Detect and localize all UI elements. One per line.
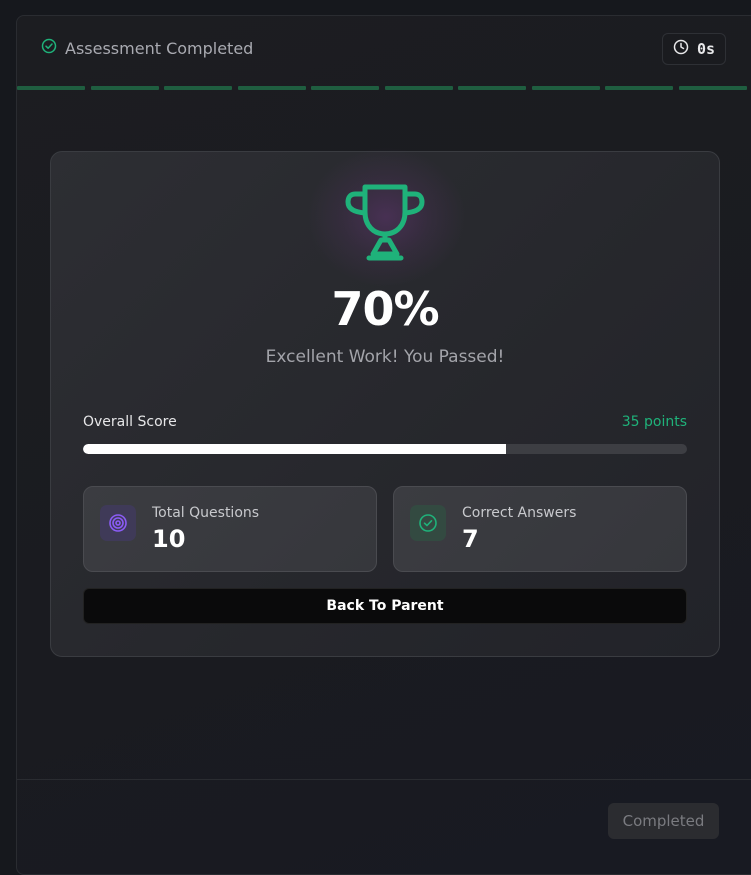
total-questions-value: 10 — [152, 525, 186, 553]
status-label: Assessment Completed — [65, 38, 254, 58]
score-points: 35 points — [621, 414, 687, 430]
progress-segment — [678, 86, 747, 90]
check-circle-icon — [410, 505, 446, 541]
assessment-panel: Assessment Completed 0s 70% Excellent Wo… — [16, 15, 751, 875]
timer-value: 0s — [696, 40, 716, 58]
trophy-icon — [345, 182, 425, 264]
assessment-header: Assessment Completed 0s — [17, 16, 751, 86]
score-percent: 70% — [331, 282, 439, 336]
progress-segment — [237, 86, 306, 90]
progress-segment — [311, 86, 379, 90]
progress-segment — [164, 86, 232, 90]
score-progress-bar — [83, 444, 687, 454]
total-questions-card: Total Questions 10 — [83, 486, 377, 572]
correct-answers-label: Correct Answers — [462, 505, 577, 521]
status-indicator: Assessment Completed — [41, 38, 253, 58]
question-progress — [17, 86, 751, 90]
score-progress-fill — [83, 444, 506, 454]
progress-segment — [90, 86, 159, 90]
check-circle-icon — [41, 38, 57, 58]
overall-score-label: Overall Score — [83, 414, 177, 430]
progress-segment — [458, 86, 526, 90]
correct-answers-value: 7 — [462, 525, 479, 553]
progress-segment — [531, 86, 600, 90]
completed-button[interactable]: Completed — [608, 803, 719, 839]
progress-segment — [605, 86, 673, 90]
result-message: Excellent Work! You Passed! — [265, 347, 505, 367]
timer-badge: 0s — [662, 33, 726, 65]
clock-icon — [673, 39, 689, 59]
total-questions-label: Total Questions — [152, 505, 260, 521]
progress-segment — [384, 86, 453, 90]
back-to-parent-button[interactable]: Back To Parent — [83, 588, 687, 624]
progress-segment — [17, 86, 85, 90]
target-icon — [100, 505, 136, 541]
correct-answers-card: Correct Answers 7 — [393, 486, 687, 572]
footer-divider — [17, 779, 751, 780]
result-card: 70% Excellent Work! You Passed! Overall … — [50, 147, 720, 657]
